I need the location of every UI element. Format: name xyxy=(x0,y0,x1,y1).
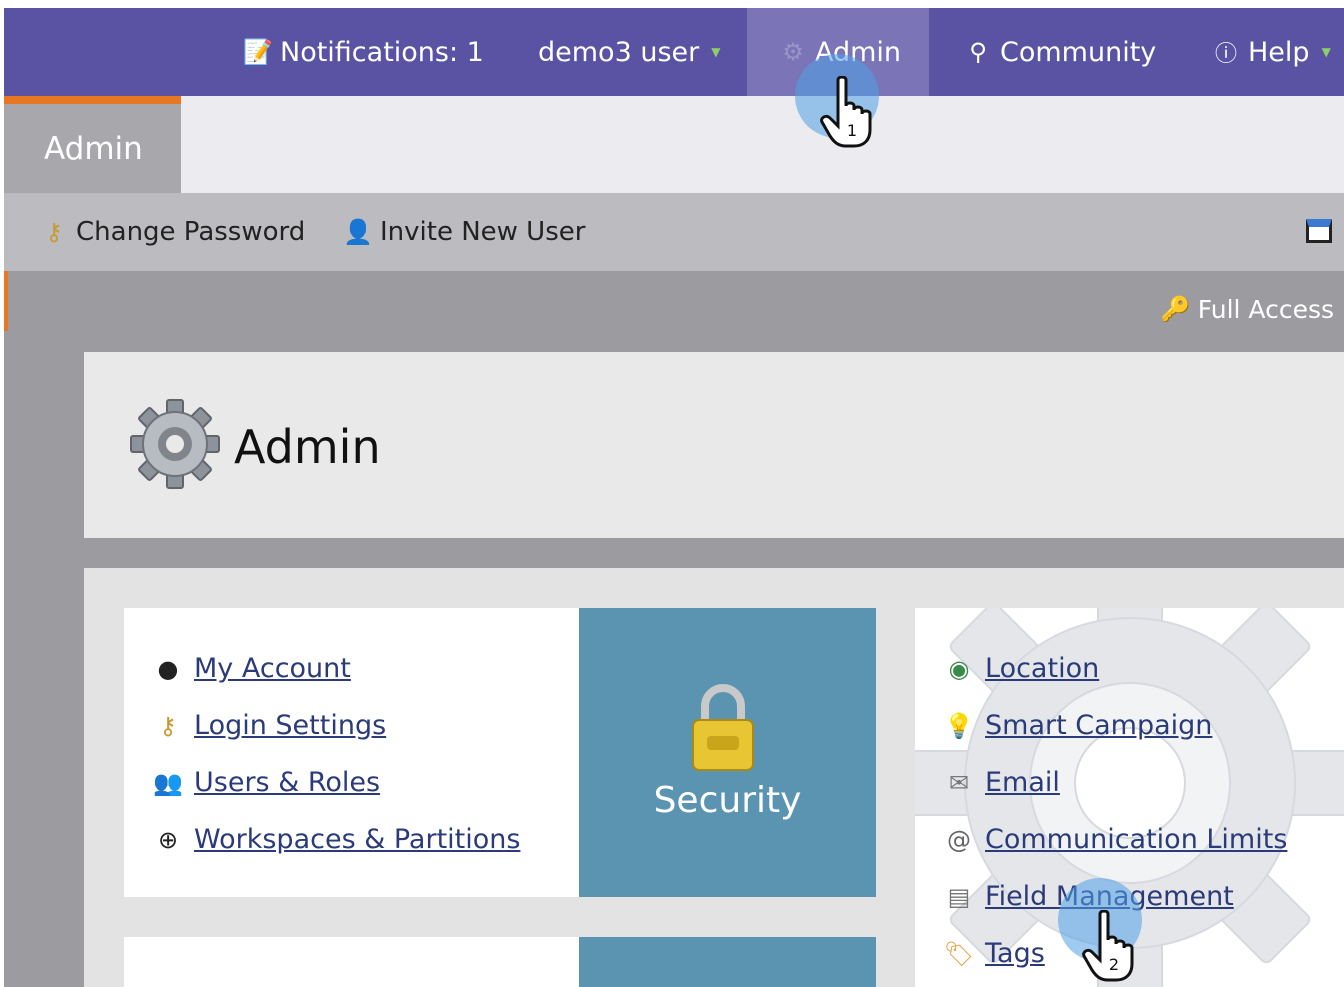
community-icon: ⚲ xyxy=(969,38,987,66)
hand-cursor-icon: 2 xyxy=(1082,910,1134,982)
access-indicator: 🔑 Full Access xyxy=(1160,293,1334,325)
step-number: 2 xyxy=(1109,955,1119,974)
list-item: @ Communication Limits xyxy=(943,811,1287,868)
change-password-button[interactable]: ⚷ Change Password xyxy=(38,193,305,271)
smart-campaign-link[interactable]: Smart Campaign xyxy=(985,710,1212,741)
list-item: ⊕ Workspaces & Partitions xyxy=(152,811,521,868)
user-label: demo3 user xyxy=(538,36,700,68)
lock-icon xyxy=(692,684,754,771)
database-icon: ▤ xyxy=(947,882,971,911)
window-icon[interactable] xyxy=(1306,219,1332,243)
notepad-icon: 📝 xyxy=(243,38,273,66)
list-item: 💡 Smart Campaign xyxy=(943,697,1287,754)
hand-cursor-icon: 1 xyxy=(820,76,872,148)
communication-limits-link[interactable]: Communication Limits xyxy=(985,824,1287,855)
tag-icon: 🏷 xyxy=(943,939,975,968)
notifications-label: Notifications: 1 xyxy=(280,36,484,68)
gear-icon: ⚙ xyxy=(782,38,804,66)
login-settings-link[interactable]: Login Settings xyxy=(194,710,386,741)
community-link[interactable]: ⚲ Community xyxy=(962,8,1156,96)
invite-user-label: Invite New User xyxy=(380,217,586,247)
person-icon: ● xyxy=(157,654,179,683)
page-header: Admin xyxy=(84,352,1344,538)
email-icon: ✉ xyxy=(948,768,970,797)
chevron-down-icon: ▼ xyxy=(711,45,721,59)
security-links-card: ● My Account ⚷ Login Settings 👥 Users & … xyxy=(124,608,580,897)
users-icon: 👥 xyxy=(153,768,183,797)
list-item: ⚷ Login Settings xyxy=(152,697,520,754)
tags-link[interactable]: Tags xyxy=(985,938,1045,969)
tab-row: Admin xyxy=(4,96,1344,193)
step-number: 1 xyxy=(847,121,857,140)
access-label: Full Access xyxy=(1197,294,1334,324)
users-roles-link[interactable]: Users & Roles xyxy=(194,767,380,798)
notifications-link[interactable]: 📝 Notifications: 1 xyxy=(242,8,484,96)
list-item: ◉ Location xyxy=(943,640,1287,697)
accent-marker xyxy=(4,271,8,331)
location-globe-icon: ◉ xyxy=(948,654,970,683)
page-title: Admin xyxy=(234,420,381,474)
help-menu[interactable]: ⓘ Help ▼ xyxy=(1210,8,1331,96)
security-tile[interactable]: Security xyxy=(579,608,876,897)
security-title: Security xyxy=(653,780,802,821)
second-links-card xyxy=(124,937,580,987)
list-item: 👥 Users & Roles xyxy=(152,754,520,811)
admin-gear-icon xyxy=(130,399,220,489)
top-nav-bar: 📝 Notifications: 1 demo3 user ▼ ⚙ Admin … xyxy=(4,8,1344,96)
help-icon: ⓘ xyxy=(1214,42,1237,67)
list-item: ✉ Email xyxy=(943,754,1287,811)
workspaces-link[interactable]: Workspaces & Partitions xyxy=(194,824,520,855)
access-key-icon: 🔑 xyxy=(1160,295,1191,323)
globe-icon: ⊕ xyxy=(157,825,179,854)
add-user-icon: 👤 xyxy=(343,218,373,246)
tab-admin[interactable]: Admin xyxy=(4,96,181,193)
toolbar: ⚷ Change Password 👤 Invite New User xyxy=(4,193,1344,271)
user-menu[interactable]: demo3 user ▼ xyxy=(538,8,720,96)
second-tile[interactable] xyxy=(579,937,876,987)
at-sign-icon: @ xyxy=(947,825,971,854)
lightbulb-icon: 💡 xyxy=(944,711,974,740)
chevron-down-icon: ▼ xyxy=(1321,45,1331,59)
help-label: Help xyxy=(1248,36,1310,68)
list-item: ● My Account xyxy=(152,640,520,697)
email-link[interactable]: Email xyxy=(985,767,1060,798)
invite-user-button[interactable]: 👤 Invite New User xyxy=(342,193,585,271)
key-icon: ⚷ xyxy=(45,218,63,246)
location-link[interactable]: Location xyxy=(985,653,1099,684)
community-label: Community xyxy=(1000,36,1157,68)
change-password-label: Change Password xyxy=(76,217,306,247)
my-account-link[interactable]: My Account xyxy=(194,653,351,684)
login-key-icon: ⚷ xyxy=(159,711,177,740)
